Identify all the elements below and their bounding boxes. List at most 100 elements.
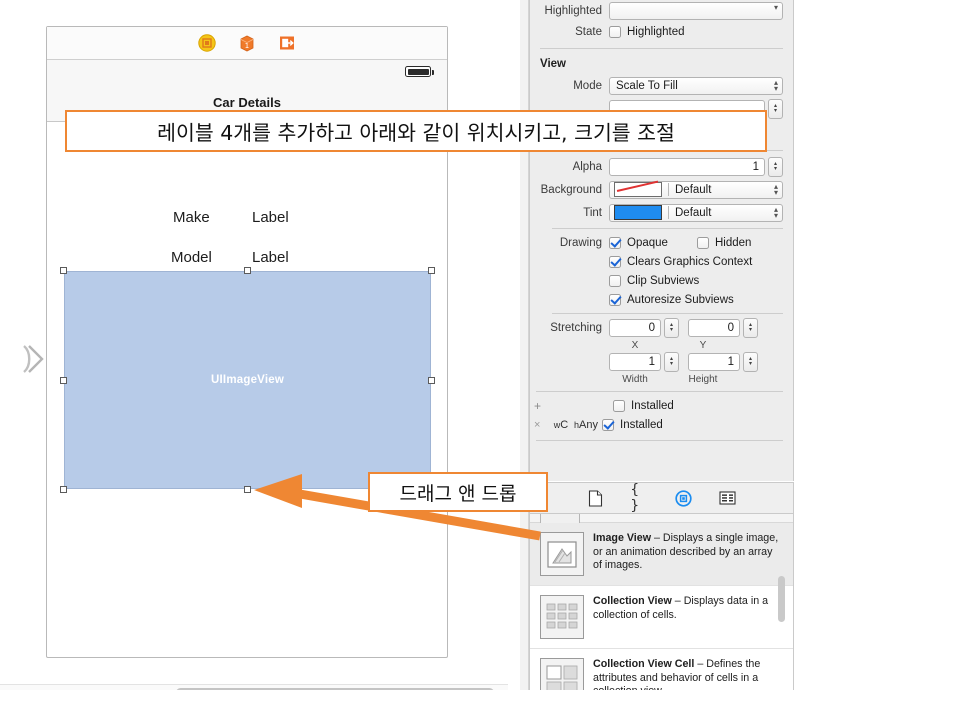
resize-handle-bottom-center[interactable] — [244, 486, 251, 493]
first-responder-icon[interactable]: 1 — [238, 34, 256, 52]
make-label[interactable]: Make — [173, 209, 210, 226]
drawing-row-4[interactable]: Autoresize Subviews — [530, 290, 793, 309]
stretching-height-stepper[interactable]: ▴▾ — [743, 352, 758, 372]
hidden-checkbox-group[interactable]: Hidden — [697, 237, 751, 249]
installed-checkbox-1[interactable] — [613, 400, 625, 412]
library-item-collection-view-cell[interactable]: Collection View Cell – Defines the attri… — [530, 648, 793, 690]
library-item-text: Collection View Cell – Defines the attri… — [593, 658, 783, 690]
attributes-inspector[interactable]: Highlighted ▾ State Highlighted View Mod… — [529, 0, 794, 481]
hidden-checkbox[interactable] — [697, 237, 709, 249]
background-row[interactable]: Background Default ▴▾ — [530, 178, 793, 201]
tint-color-combo[interactable]: Default ▴▾ — [609, 204, 783, 222]
stretching-x-field[interactable]: 0 — [609, 319, 661, 337]
media-icon — [719, 491, 736, 505]
stretching-row[interactable]: Stretching 0 ▴▾ 0 ▴▾ — [530, 318, 793, 338]
view-section-title: View — [530, 53, 793, 74]
alpha-row[interactable]: Alpha 1 ▴▾ — [530, 155, 793, 178]
divider — [552, 228, 783, 229]
drawing-row-3[interactable]: Clip Subviews — [530, 271, 793, 290]
stretching-y-sublabel: Y — [677, 340, 729, 351]
variation-row[interactable]: × wC hAny Installed — [530, 415, 793, 434]
state-highlighted-checkbox[interactable] — [609, 26, 621, 38]
stretching-size-row[interactable]: 1 ▴▾ 1 ▴▾ — [530, 352, 793, 372]
installed-checkbox-group-1[interactable]: Installed — [613, 400, 674, 412]
make-value-label[interactable]: Label — [252, 209, 289, 226]
autoresize-subviews-checkbox[interactable] — [609, 294, 621, 306]
library-item-collection-view[interactable]: Collection View – Displays data in a col… — [530, 585, 793, 648]
scene-dock[interactable]: 1 — [47, 27, 447, 60]
resize-handle-middle-right[interactable] — [428, 377, 435, 384]
library-scrollbar-thumb[interactable] — [778, 576, 785, 622]
background-color-combo[interactable]: Default ▴▾ — [609, 181, 783, 199]
clears-graphics-context-checkbox-group[interactable]: Clears Graphics Context — [609, 256, 752, 268]
chevron-right-icon[interactable] — [18, 338, 48, 380]
alpha-field[interactable]: 1 — [609, 158, 765, 176]
semantic-stepper[interactable]: ▴▾ — [768, 99, 783, 119]
object-circle-icon — [675, 490, 692, 507]
exit-icon[interactable] — [278, 34, 296, 52]
library-item-image-view[interactable]: Image View – Displays a single image, or… — [530, 523, 793, 585]
file-template-library-tab[interactable] — [587, 489, 605, 507]
code-snippet-library-tab[interactable]: { } — [631, 489, 649, 507]
autoresize-subviews-checkbox-group[interactable]: Autoresize Subviews — [609, 294, 734, 306]
stretching-x-stepper[interactable]: ▴▾ — [664, 318, 679, 338]
state-highlighted-checkbox-group[interactable]: Highlighted — [609, 26, 685, 38]
library-item-title: Image View — [593, 532, 651, 544]
plus-icon[interactable]: + — [530, 399, 613, 413]
installed-checkbox-group-2[interactable]: Installed — [602, 419, 663, 431]
background-color-swatch — [614, 182, 662, 197]
utilities-area[interactable]: Highlighted ▾ State Highlighted View Mod… — [520, 0, 960, 720]
stretching-height-field[interactable]: 1 — [688, 353, 740, 371]
stretching-x-sublabel: X — [609, 340, 661, 351]
times-icon[interactable]: × — [530, 419, 546, 431]
stepper-arrows-icon: ▴▾ — [774, 184, 778, 196]
stretching-width-field[interactable]: 1 — [609, 353, 661, 371]
alpha-stepper[interactable]: ▴▾ — [768, 157, 783, 177]
model-value-label[interactable]: Label — [252, 249, 289, 266]
clip-subviews-checkbox-group[interactable]: Clip Subviews — [609, 275, 699, 287]
highlighted-combo-row[interactable]: Highlighted ▾ — [530, 2, 793, 20]
mode-row[interactable]: Mode Scale To Fill ▴▾ — [530, 74, 793, 97]
resize-handle-top-center[interactable] — [244, 267, 251, 274]
state-label: State — [530, 26, 609, 38]
highlighted-combo[interactable]: ▾ — [609, 2, 783, 20]
background-label: Background — [530, 184, 609, 196]
annotation-add-labels: 레이블 4개를 추가하고 아래와 같이 위치시키고, 크기를 조절 — [65, 110, 767, 152]
size-class-label: wC hAny — [546, 419, 602, 431]
resize-handle-middle-left[interactable] — [60, 377, 67, 384]
object-library-tab[interactable] — [675, 489, 693, 507]
model-label[interactable]: Model — [171, 249, 212, 266]
interface-builder-canvas[interactable]: 1 Car Details Make Label Model Label — [0, 0, 516, 690]
canvas-horizontal-scrollbar-thumb[interactable] — [176, 688, 494, 690]
autoresize-subviews-label: Autoresize Subviews — [627, 294, 734, 306]
clears-graphics-context-checkbox[interactable] — [609, 256, 621, 268]
collection-view-cell-icon — [540, 658, 584, 690]
media-library-tab[interactable] — [719, 489, 737, 507]
opaque-checkbox-group[interactable]: Opaque — [609, 237, 697, 249]
drawing-row-1[interactable]: Drawing Opaque Hidden — [530, 233, 793, 252]
object-library-list[interactable]: Image View – Displays a single image, or… — [529, 514, 794, 690]
stretching-y-stepper[interactable]: ▴▾ — [743, 318, 758, 338]
view-controller-icon[interactable] — [198, 34, 216, 52]
library-tab-bar[interactable]: { } — [529, 482, 794, 514]
library-item-partial[interactable] — [530, 514, 793, 523]
opaque-label: Opaque — [627, 237, 668, 249]
library-item-dash: – — [694, 658, 706, 670]
tint-row[interactable]: Tint Default ▴▾ — [530, 201, 793, 224]
resize-handle-top-left[interactable] — [60, 267, 67, 274]
variation-add-row[interactable]: + Installed — [530, 396, 793, 415]
divider — [668, 183, 669, 196]
resize-handle-bottom-left[interactable] — [60, 486, 67, 493]
drawing-row-2[interactable]: Clears Graphics Context — [530, 252, 793, 271]
divider — [668, 206, 669, 219]
clip-subviews-checkbox[interactable] — [609, 275, 621, 287]
resize-handle-top-right[interactable] — [428, 267, 435, 274]
stretching-y-field[interactable]: 0 — [688, 319, 740, 337]
highlighted-combo-label: Highlighted — [530, 5, 609, 17]
mode-combo[interactable]: Scale To Fill ▴▾ — [609, 77, 783, 95]
installed-checkbox-2[interactable] — [602, 419, 614, 431]
image-view-selection[interactable]: UIImageView — [64, 271, 431, 489]
image-view-object[interactable]: UIImageView — [64, 271, 431, 489]
opaque-checkbox[interactable] — [609, 237, 621, 249]
stretching-width-stepper[interactable]: ▴▾ — [664, 352, 679, 372]
